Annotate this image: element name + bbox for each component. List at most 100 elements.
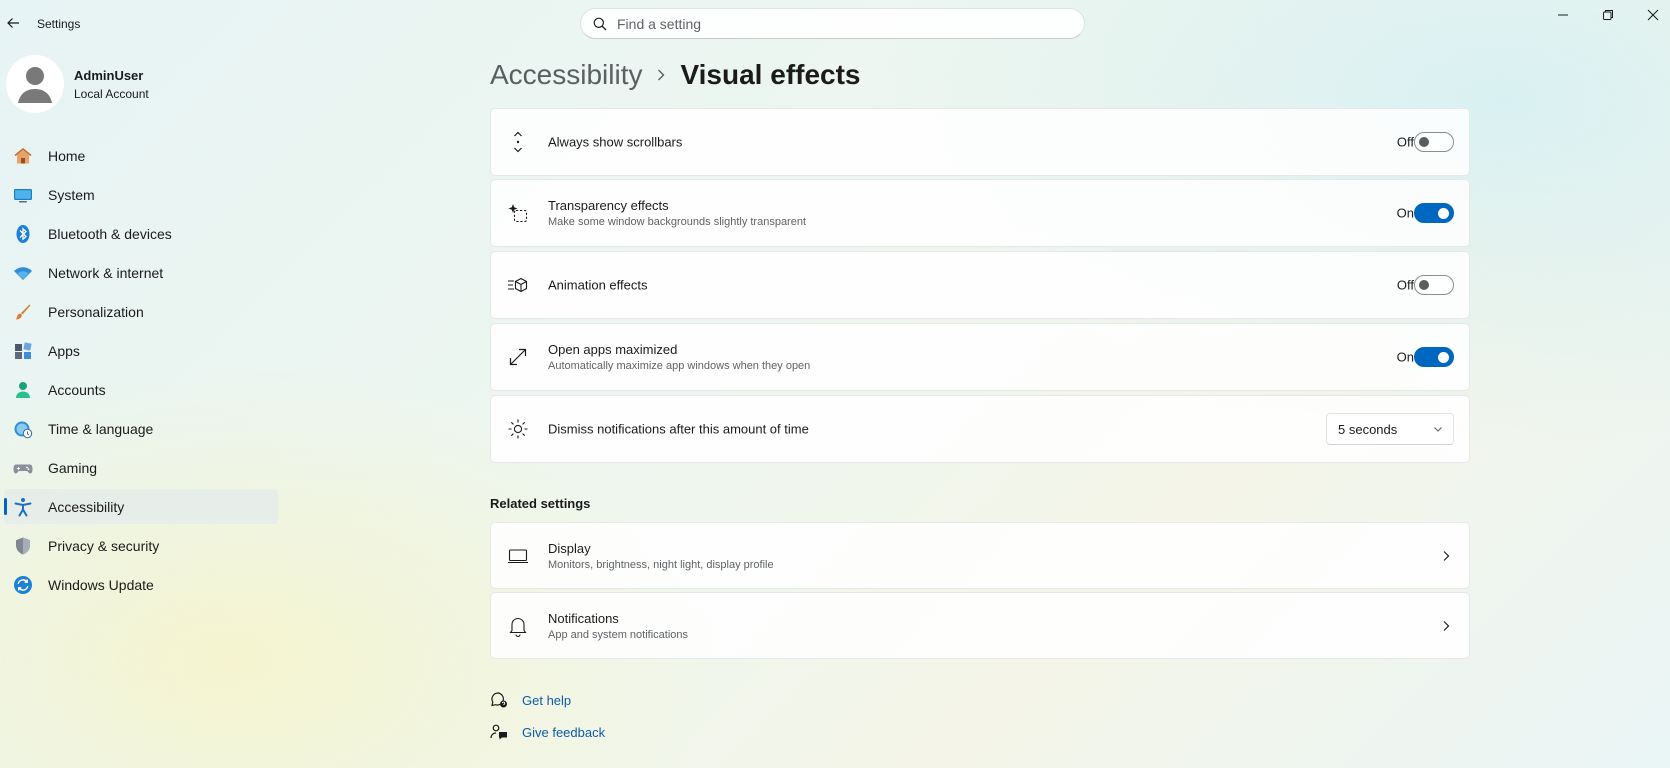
- toggle-knob: [1419, 137, 1429, 147]
- toggle-state-label: Off: [1396, 134, 1414, 150]
- transparency-toggle[interactable]: [1414, 203, 1454, 223]
- setting-title: Notifications: [548, 610, 619, 626]
- system-icon: [12, 184, 34, 206]
- wifi-icon: [12, 262, 34, 284]
- update-icon: [12, 574, 34, 596]
- sidebar-nav: Home System Bluetooth & devices Network …: [4, 138, 278, 606]
- chevron-right-icon: [1443, 620, 1450, 631]
- scrollbar-icon: [507, 131, 529, 153]
- page-title: Visual effects: [680, 59, 861, 90]
- sidebar-item-bluetooth[interactable]: Bluetooth & devices: [4, 216, 278, 251]
- sidebar-item-label: Apps: [48, 342, 80, 359]
- avatar: [6, 55, 64, 113]
- chevron-right-icon: [1443, 550, 1450, 561]
- setting-card-scrollbars: Always show scrollbars Off: [490, 108, 1470, 176]
- setting-title: Transparency effects: [548, 198, 669, 213]
- setting-title: Always show scrollbars: [548, 134, 683, 150]
- setting-description: Automatically maximize app windows when …: [548, 360, 811, 372]
- related-display-link[interactable]: Display Monitors, brightness, night ligh…: [490, 522, 1470, 589]
- animation-toggle[interactable]: [1414, 275, 1454, 295]
- search-icon: [593, 17, 607, 30]
- bluetooth-icon: [12, 223, 34, 245]
- sidebar-item-home[interactable]: Home: [4, 138, 278, 173]
- apps-icon: [12, 340, 34, 362]
- sidebar-item-gaming[interactable]: Gaming: [4, 450, 278, 485]
- time-language-icon: [12, 418, 34, 440]
- breadcrumb-parent[interactable]: Accessibility: [490, 59, 642, 91]
- user-profile[interactable]: AdminUser Local Account: [6, 55, 149, 113]
- home-icon: [12, 145, 34, 167]
- setting-description: Make some window backgrounds slightly tr…: [548, 216, 807, 228]
- app-title: Settings: [37, 17, 81, 31]
- toggle-state-label: On: [1396, 349, 1414, 365]
- sidebar-item-accessibility[interactable]: Accessibility: [4, 489, 278, 524]
- breadcrumb-chevron-icon: [656, 68, 666, 82]
- sidebar-item-label: Gaming: [48, 459, 98, 476]
- maximize-arrows-icon: [507, 346, 529, 368]
- sidebar-item-label: Accounts: [48, 381, 106, 398]
- restore-icon: [1603, 10, 1613, 20]
- open-maximized-toggle[interactable]: [1414, 347, 1454, 367]
- shield-icon: [12, 535, 34, 557]
- get-help-link[interactable]: Get help: [490, 690, 571, 710]
- sidebar-item-label: Windows Update: [48, 576, 154, 593]
- dismiss-time-dropdown[interactable]: 5 seconds: [1326, 413, 1454, 445]
- related-notifications-link[interactable]: Notifications App and system notificatio…: [490, 592, 1470, 659]
- sidebar-item-personalization[interactable]: Personalization: [4, 294, 278, 329]
- sidebar-item-label: Bluetooth & devices: [48, 225, 172, 242]
- setting-card-animation: Animation effects Off: [490, 251, 1470, 319]
- setting-card-transparency: Transparency effects Make some window ba…: [490, 179, 1470, 247]
- profile-name: AdminUser: [74, 67, 144, 83]
- sidebar-item-label: Privacy & security: [48, 537, 160, 554]
- setting-description: Monitors, brightness, night light, displ…: [548, 558, 774, 571]
- accessibility-icon: [12, 496, 34, 518]
- setting-title: Display: [548, 540, 591, 556]
- sidebar-item-accounts[interactable]: Accounts: [4, 372, 278, 407]
- sidebar-item-label: Network & internet: [48, 264, 164, 281]
- sidebar-item-label: System: [48, 186, 95, 203]
- setting-title: Dismiss notifications after this amount …: [548, 421, 809, 437]
- related-settings-heading: Related settings: [490, 496, 591, 511]
- back-arrow-icon: [7, 18, 19, 28]
- toggle-knob: [1438, 207, 1449, 219]
- close-button[interactable]: [1630, 0, 1670, 30]
- sidebar-item-label: Personalization: [48, 303, 144, 320]
- close-icon: [1647, 9, 1659, 21]
- toggle-knob: [1419, 280, 1429, 290]
- transparency-effects-icon: [507, 202, 529, 224]
- minimize-button[interactable]: [1540, 0, 1586, 30]
- setting-card-dismiss-notifications: Dismiss notifications after this amount …: [490, 395, 1470, 463]
- bell-icon: [507, 615, 529, 637]
- sidebar-item-system[interactable]: System: [4, 177, 278, 212]
- sidebar-item-privacy-security[interactable]: Privacy & security: [4, 528, 278, 563]
- profile-account-type: Local Account: [74, 86, 149, 101]
- give-feedback-link[interactable]: Give feedback: [490, 722, 605, 742]
- feedback-icon: [490, 724, 507, 740]
- scrollbars-toggle[interactable]: [1414, 132, 1454, 152]
- sidebar-item-label: Accessibility: [48, 498, 125, 515]
- minimize-icon: [1558, 14, 1568, 16]
- help-icon: [491, 692, 507, 708]
- get-help-label: Get help: [522, 692, 572, 708]
- search-box[interactable]: [580, 8, 1085, 39]
- breadcrumb: Accessibility Visual effects: [490, 55, 861, 95]
- give-feedback-label: Give feedback: [522, 724, 606, 740]
- accounts-icon: [12, 379, 34, 401]
- sidebar-item-network[interactable]: Network & internet: [4, 255, 278, 290]
- monitor-icon: [507, 545, 529, 567]
- brightness-icon: [507, 418, 529, 440]
- dropdown-value: 5 seconds: [1338, 421, 1398, 437]
- search-input[interactable]: [617, 15, 1057, 32]
- restore-button[interactable]: [1585, 0, 1631, 30]
- sidebar-item-label: Home: [48, 147, 86, 164]
- user-avatar-icon: [18, 67, 52, 103]
- sidebar-item-time-language[interactable]: Time & language: [4, 411, 278, 446]
- sidebar-item-apps[interactable]: Apps: [4, 333, 278, 368]
- toggle-state-label: On: [1396, 205, 1414, 221]
- back-button[interactable]: [3, 13, 23, 33]
- gaming-icon: [12, 457, 34, 479]
- setting-title: Animation effects: [548, 277, 648, 293]
- sidebar-item-windows-update[interactable]: Windows Update: [4, 567, 278, 602]
- setting-description: App and system notifications: [548, 628, 689, 641]
- brush-icon: [12, 301, 34, 323]
